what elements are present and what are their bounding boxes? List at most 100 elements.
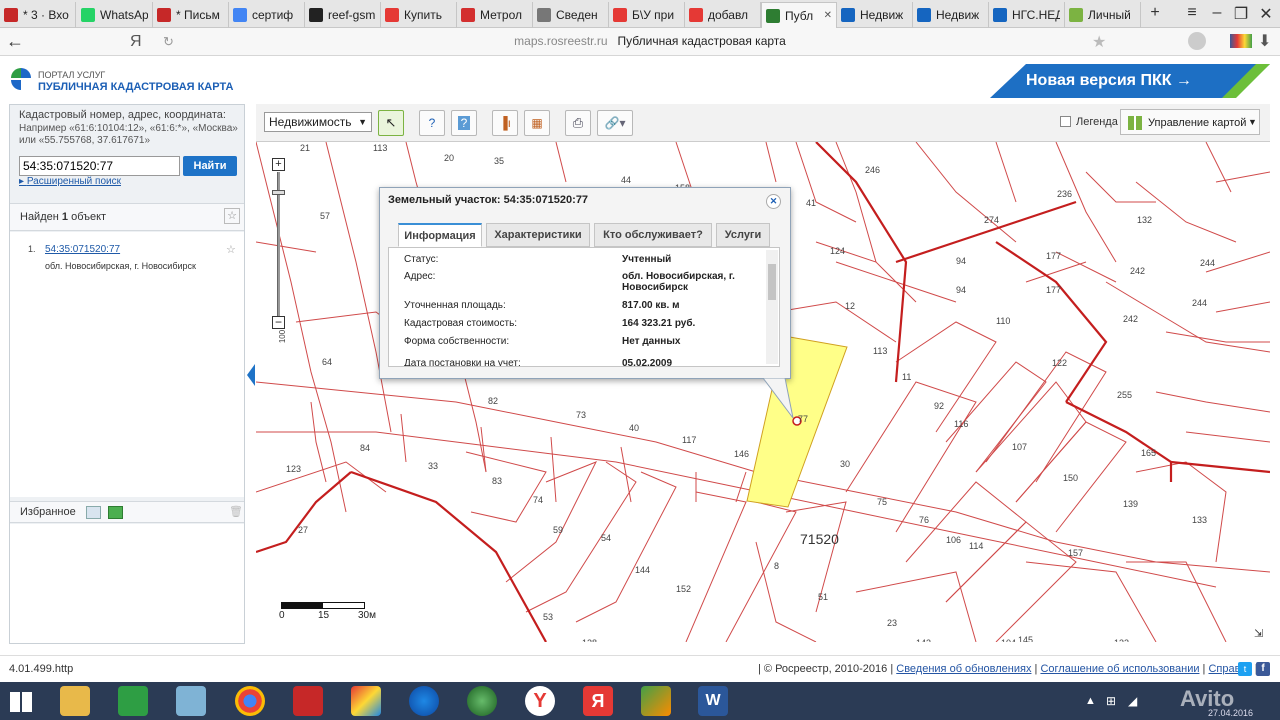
parcel-number-label: 84: [360, 443, 370, 453]
parcel-number-label: 246: [865, 165, 880, 175]
measure-area-tool-icon[interactable]: ▦: [524, 110, 550, 136]
download-icon[interactable]: ⬇: [1258, 31, 1271, 51]
twitter-icon[interactable]: t: [1238, 662, 1252, 676]
ngs-icon: [917, 8, 931, 22]
zoom-handle[interactable]: [272, 190, 285, 195]
agreement-link[interactable]: Соглашение об использовании: [1040, 663, 1199, 675]
trash-icon[interactable]: 🗑: [229, 505, 243, 518]
rosreestr-logo-icon: [11, 68, 31, 90]
chrome-icon[interactable]: [235, 686, 265, 716]
zoom-level-label: 100: [278, 329, 288, 344]
browser-tab[interactable]: * Письм: [153, 2, 229, 28]
yandex-search-icon[interactable]: Я: [583, 686, 613, 716]
new-version-link[interactable]: Новая версия ПКК →: [1026, 72, 1192, 90]
windows-start-icon[interactable]: [10, 692, 32, 712]
file-explorer-icon[interactable]: [60, 686, 90, 716]
browser-tab[interactable]: Б\У при: [609, 2, 685, 28]
network-icon[interactable]: ⊞: [1106, 694, 1116, 708]
zoom-out-button[interactable]: −: [272, 316, 285, 329]
export-favorites-icon[interactable]: [108, 506, 123, 519]
popup-scrollbar[interactable]: [766, 250, 778, 364]
notes-icon[interactable]: [176, 686, 206, 716]
green-app-icon[interactable]: [467, 686, 497, 716]
popup-title: Земельный участок: 54:35:071520:77: [388, 194, 589, 206]
browser-tab[interactable]: Купить: [381, 2, 457, 28]
new-tab-button[interactable]: +: [1143, 4, 1167, 22]
refresh-icon[interactable]: ↻: [163, 34, 174, 50]
volume-icon[interactable]: ◢: [1128, 694, 1137, 708]
tab-services[interactable]: Услуги: [716, 223, 770, 247]
parcel-number-label: 54: [601, 533, 611, 543]
browser-tab[interactable]: WhatsApp: [77, 2, 153, 28]
legend-checkbox[interactable]: [1060, 116, 1071, 127]
tab-information[interactable]: Информация: [398, 223, 482, 247]
close-window-icon[interactable]: ✕: [1254, 4, 1278, 24]
browser-tab[interactable]: Недвиж: [913, 2, 989, 28]
scale-label-0: 0: [279, 610, 285, 621]
yandex-icon[interactable]: Я: [130, 33, 142, 51]
result-cadastral-link[interactable]: 54:35:071520:77: [45, 244, 120, 255]
advanced-search-link[interactable]: ▸ Расширенный поиск: [19, 176, 121, 187]
ruler-tool-icon[interactable]: ▐ı: [492, 110, 518, 136]
search-button[interactable]: Найти: [183, 156, 237, 176]
updates-link[interactable]: Сведения об обновлениях: [896, 663, 1031, 675]
back-arrow-icon[interactable]: ←: [6, 31, 24, 52]
restore-icon[interactable]: ❐: [1229, 4, 1253, 24]
help-tool-icon[interactable]: ?: [451, 110, 477, 136]
browser-tab[interactable]: Личный: [1065, 2, 1141, 28]
search-input[interactable]: [19, 156, 180, 176]
browser-tab[interactable]: Метрол: [457, 2, 533, 28]
area-info-tool-icon[interactable]: ?: [419, 110, 445, 136]
browser-tab[interactable]: Сведен: [533, 2, 609, 28]
yandex-browser-icon[interactable]: Y: [525, 686, 555, 716]
close-popup-icon[interactable]: ✕: [766, 194, 781, 209]
results-count: Найден 1 объект: [20, 211, 106, 223]
browser-tab[interactable]: * 3 · Вхо: [0, 2, 76, 28]
parcel-number-label: 41: [806, 198, 816, 208]
advanced-search-label: Расширенный поиск: [26, 176, 121, 187]
store-icon[interactable]: [118, 686, 148, 716]
minimize-icon[interactable]: –: [1205, 4, 1229, 22]
collapse-sidebar-icon[interactable]: [247, 364, 255, 386]
profile-icon[interactable]: [1188, 32, 1206, 50]
browser-tab[interactable]: reef-gsm: [305, 2, 381, 28]
parcel-number-label: 35: [494, 156, 504, 166]
url-host: maps.rosreestr.ru: [514, 34, 608, 48]
browser-tab[interactable]: Публ ✕: [761, 2, 837, 28]
mail-icon: [4, 8, 18, 22]
identify-tool-icon[interactable]: ↖: [378, 110, 404, 136]
browser-tab[interactable]: сертиф: [229, 2, 305, 28]
map-toolbar: Недвижимость ▼ ↖ ? ? ▐ı ▦ ⎙ 🔗▾ Легенда Уп…: [256, 104, 1270, 142]
layer-select[interactable]: Недвижимость ▼: [264, 112, 372, 132]
tray-arrow-icon[interactable]: ▲: [1085, 695, 1096, 707]
popup-content: Статус: Учтенный Адрес: обл. Новосибирская…: [388, 247, 780, 367]
browser-tab[interactable]: добавл: [685, 2, 761, 28]
browser-tab[interactable]: НГС.НЕД: [989, 2, 1065, 28]
facebook-icon[interactable]: f: [1256, 662, 1270, 676]
import-favorites-icon[interactable]: [86, 506, 101, 519]
map-control-button[interactable]: Управление картой ▼: [1120, 109, 1260, 135]
browser-tab[interactable]: Недвиж: [837, 2, 913, 28]
result-star-icon[interactable]: ☆: [226, 243, 236, 256]
zoom-in-button[interactable]: +: [272, 158, 285, 171]
tab-characteristics[interactable]: Характеристики: [486, 223, 590, 247]
games-icon[interactable]: [641, 686, 671, 716]
parcel-number-label: 59: [553, 525, 563, 535]
google-earth-icon[interactable]: [409, 686, 439, 716]
resize-corner-icon[interactable]: ⇲: [1254, 627, 1263, 640]
url-field[interactable]: maps.rosreestr.ru Публичная кадастровая …: [200, 34, 1100, 48]
extension-icon[interactable]: [1230, 34, 1252, 48]
popup-scroll-thumb[interactable]: [768, 264, 776, 300]
autocad-icon[interactable]: [293, 686, 323, 716]
link-tool-icon[interactable]: 🔗▾: [597, 110, 633, 136]
word-icon[interactable]: W: [698, 686, 728, 716]
close-tab-icon[interactable]: ✕: [824, 10, 832, 21]
print-icon[interactable]: ⎙: [565, 110, 591, 136]
bookmark-star-icon[interactable]: ★: [1092, 32, 1106, 52]
paint-app-icon[interactable]: [351, 686, 381, 716]
yandex-icon: [689, 8, 703, 22]
favorite-star-icon[interactable]: ☆: [224, 208, 240, 224]
tab-who-serves[interactable]: Кто обслуживает?: [594, 223, 712, 247]
menu-icon[interactable]: ≡: [1180, 4, 1204, 22]
found-count: 1: [61, 211, 69, 223]
